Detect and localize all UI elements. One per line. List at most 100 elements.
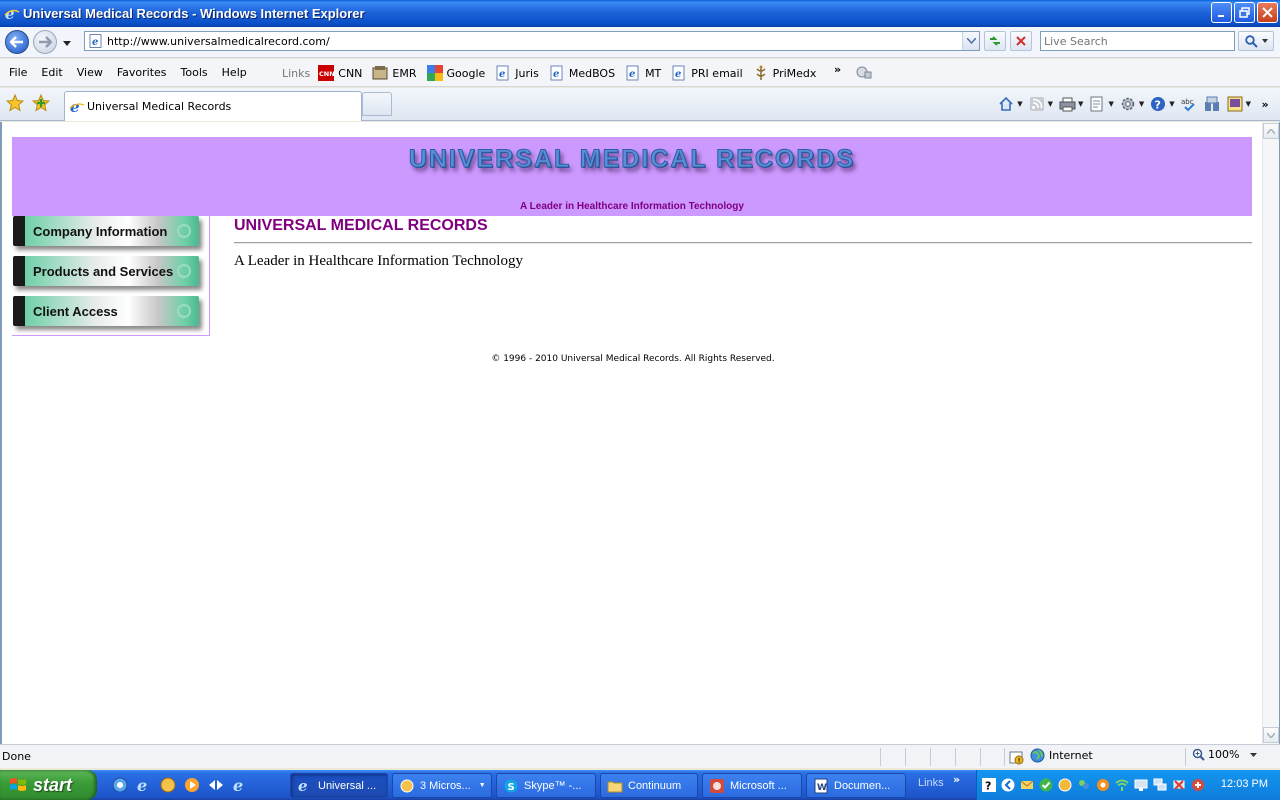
taskbar-item-universal[interactable]: e Universal ... bbox=[290, 773, 388, 798]
gear-icon bbox=[1119, 95, 1137, 113]
taskbar-item-continuum[interactable]: Continuum bbox=[600, 773, 698, 798]
note-icon bbox=[1226, 95, 1244, 113]
favorites-star-icon[interactable] bbox=[6, 94, 24, 112]
add-favorite-icon[interactable] bbox=[32, 94, 50, 112]
chevron-down-icon bbox=[1261, 39, 1268, 43]
home-button[interactable]: ▼ bbox=[997, 93, 1023, 115]
search-button[interactable] bbox=[1238, 31, 1274, 51]
search-box[interactable] bbox=[1040, 31, 1235, 51]
network-computers-icon[interactable] bbox=[1153, 778, 1167, 792]
forward-arrow-icon bbox=[39, 36, 52, 48]
ie-logo-icon: e bbox=[4, 6, 20, 22]
link-juris[interactable]: e Juris bbox=[495, 65, 539, 81]
menu-help[interactable]: Help bbox=[215, 66, 254, 79]
command-overflow-button[interactable]: » bbox=[1256, 93, 1274, 115]
link-medbos[interactable]: e MedBOS bbox=[549, 65, 615, 81]
scroll-down-button[interactable] bbox=[1263, 727, 1279, 743]
links-overflow-chevron-icon[interactable]: » bbox=[834, 63, 841, 76]
security-icon[interactable] bbox=[1096, 778, 1110, 792]
menu-file[interactable]: File bbox=[2, 66, 34, 79]
link-cnn[interactable]: CNN CNN bbox=[318, 65, 362, 81]
menu-tools[interactable]: Tools bbox=[174, 66, 215, 79]
start-button[interactable]: start bbox=[0, 770, 97, 800]
network-disconnected-icon[interactable] bbox=[1172, 778, 1186, 792]
checkmark-icon[interactable] bbox=[1039, 778, 1053, 792]
ie-icon[interactable]: e bbox=[134, 775, 154, 795]
svg-text:e: e bbox=[499, 69, 505, 80]
taskbar-links-chevron-icon[interactable]: » bbox=[953, 773, 960, 786]
arrows-icon[interactable] bbox=[206, 775, 226, 795]
scroll-up-button[interactable] bbox=[1263, 123, 1279, 139]
link-primedx[interactable]: PriMedx bbox=[753, 65, 816, 81]
link-google[interactable]: Google bbox=[426, 65, 485, 81]
svg-text:e: e bbox=[137, 776, 147, 794]
media-player-icon[interactable] bbox=[182, 775, 202, 795]
taskbar-item-microsoft[interactable]: Microsoft ... bbox=[702, 773, 802, 798]
refresh-icon bbox=[990, 36, 1000, 46]
refresh-button[interactable] bbox=[984, 31, 1006, 51]
page-menu-button[interactable]: ▼ bbox=[1088, 93, 1114, 115]
zoom-control[interactable]: 100% bbox=[1192, 748, 1258, 761]
nav-company-information[interactable]: Company Information bbox=[13, 216, 199, 246]
taskbar-item-skype[interactable]: S Skype™ -... bbox=[496, 773, 596, 798]
mail-icon[interactable] bbox=[1020, 778, 1034, 792]
feeds-button[interactable]: ▼ bbox=[1028, 93, 1053, 115]
menu-view[interactable]: View bbox=[70, 66, 110, 79]
chevron-up-icon bbox=[1267, 128, 1275, 134]
svg-text:e: e bbox=[629, 69, 635, 80]
page-viewport[interactable]: UNIVERSAL MEDICAL RECORDS A Leader in He… bbox=[0, 122, 1280, 744]
security-zone[interactable]: Internet bbox=[1030, 748, 1093, 763]
system-clock[interactable]: 12:03 PM bbox=[1221, 778, 1268, 790]
address-bar[interactable]: e http://www.universalmedicalrecord.com/ bbox=[84, 31, 980, 51]
tray-arrow-icon[interactable] bbox=[1001, 778, 1015, 792]
restore-button[interactable] bbox=[1234, 2, 1255, 23]
recent-pages-dropdown[interactable] bbox=[60, 36, 74, 50]
taskbar-links-label[interactable]: Links bbox=[918, 777, 944, 789]
print-button[interactable]: ▼ bbox=[1058, 93, 1083, 115]
network-icon[interactable] bbox=[110, 775, 130, 795]
messenger-icon[interactable] bbox=[1077, 778, 1091, 792]
back-button[interactable] bbox=[5, 30, 29, 54]
menu-edit[interactable]: Edit bbox=[34, 66, 69, 79]
help-menu-button[interactable]: ? ▼ bbox=[1149, 93, 1175, 115]
stop-button[interactable] bbox=[1010, 31, 1032, 51]
tools-menu-button[interactable]: ▼ bbox=[1119, 93, 1144, 115]
nav-bullet-icon bbox=[177, 304, 191, 318]
wifi-icon[interactable] bbox=[1115, 778, 1129, 792]
monitor-icon[interactable] bbox=[1134, 778, 1148, 792]
new-tab-button[interactable] bbox=[362, 92, 392, 116]
vertical-scrollbar[interactable] bbox=[1262, 122, 1279, 744]
quick-launch: e e bbox=[110, 775, 250, 795]
status-divider bbox=[1185, 748, 1186, 766]
onenote-button[interactable]: ▼ bbox=[1226, 93, 1251, 115]
chevron-down-icon: ▼ bbox=[478, 782, 486, 789]
antivirus-icon[interactable] bbox=[1191, 778, 1205, 792]
windows-flag-icon bbox=[10, 778, 26, 791]
nav-products-and-services[interactable]: Products and Services bbox=[13, 256, 199, 286]
spelling-button[interactable]: abc bbox=[1180, 93, 1198, 115]
address-dropdown[interactable] bbox=[962, 32, 979, 50]
link-mt[interactable]: e MT bbox=[625, 65, 661, 81]
status-divider bbox=[955, 748, 956, 766]
email-icon[interactable] bbox=[158, 775, 178, 795]
address-url[interactable]: http://www.universalmedicalrecord.com/ bbox=[107, 35, 330, 48]
help-icon[interactable]: ? bbox=[982, 778, 996, 792]
link-pri-email[interactable]: e PRI email bbox=[671, 65, 743, 81]
research-button[interactable] bbox=[1203, 93, 1221, 115]
close-button[interactable] bbox=[1257, 2, 1278, 23]
minimize-button[interactable] bbox=[1211, 2, 1232, 23]
protected-mode-icon[interactable]: ! bbox=[1008, 749, 1024, 765]
taskbar-item-document[interactable]: W Documen... bbox=[806, 773, 906, 798]
taskbar-item-microsoft-group[interactable]: 3 Micros... ▼ bbox=[392, 773, 492, 798]
outlook-icon[interactable] bbox=[1058, 778, 1072, 792]
window-title-bar[interactable]: e Universal Medical Records - Windows In… bbox=[0, 0, 1280, 27]
tab-universal-medical-records[interactable]: e Universal Medical Records bbox=[64, 91, 362, 121]
search-input[interactable] bbox=[1044, 34, 1234, 48]
ie-icon[interactable]: e bbox=[230, 775, 250, 795]
link-emr[interactable]: EMR bbox=[372, 65, 417, 81]
nav-client-access[interactable]: Client Access bbox=[13, 296, 199, 326]
link-label: MT bbox=[645, 66, 662, 80]
forward-button[interactable] bbox=[33, 30, 57, 54]
toolbar-extension-icon[interactable] bbox=[855, 64, 873, 80]
menu-favorites[interactable]: Favorites bbox=[110, 66, 174, 79]
